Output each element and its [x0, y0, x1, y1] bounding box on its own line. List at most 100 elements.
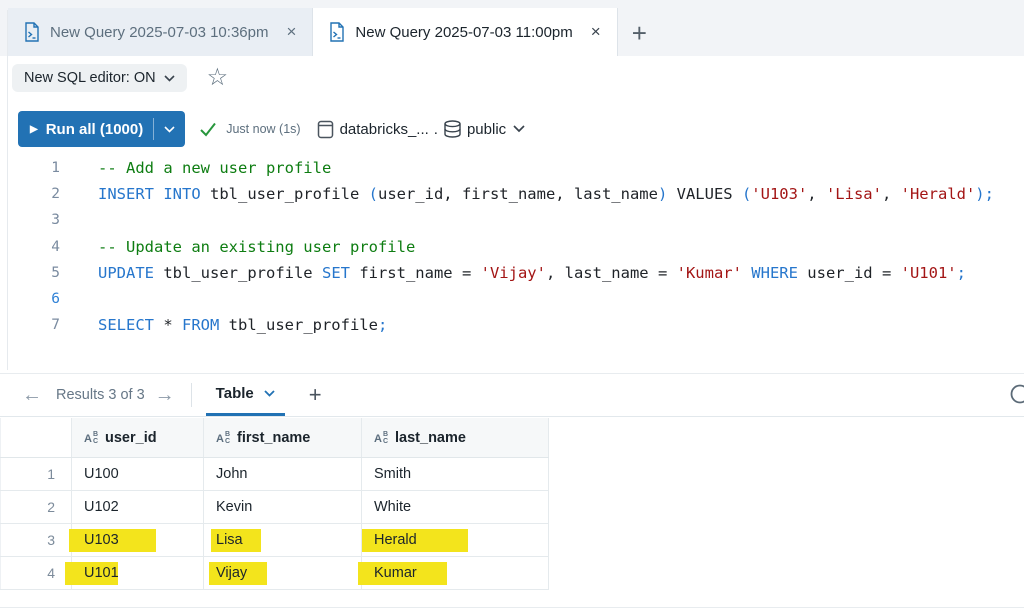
code-token: ,	[881, 185, 901, 204]
cell-value: U102	[84, 499, 119, 515]
code-line[interactable]: 6	[0, 286, 1024, 312]
column-header-last_name[interactable]: A B C last_name	[362, 418, 549, 457]
tab-query-2[interactable]: New Query 2025-07-03 11:00pm ×	[313, 8, 618, 56]
code-token: tbl_user_profile	[154, 263, 322, 282]
table-tab-label: Table	[215, 385, 254, 402]
chevron-down-icon[interactable]	[513, 125, 525, 133]
catalog-icon	[317, 120, 333, 138]
table-cell: John	[204, 458, 362, 490]
table-cell: Vijay	[204, 557, 362, 589]
chevron-down-icon	[264, 390, 275, 397]
code-line-text: -- Update an existing user profile	[60, 238, 415, 256]
table-row[interactable]: 3 U103 Lisa Herald	[0, 524, 549, 557]
code-token: 'Herald'	[900, 185, 976, 204]
code-line-text: SELECT * FROM tbl_user_profile;	[60, 316, 387, 334]
run-all-label: Run all (1000)	[45, 120, 144, 138]
code-token: INSERT INTO	[98, 185, 201, 204]
table-cell: U103	[69, 524, 204, 556]
line-number: 3	[51, 212, 60, 229]
query-file-icon	[330, 22, 345, 42]
chevron-down-icon[interactable]	[164, 125, 175, 133]
code-token: -- Update an existing user profile	[98, 237, 416, 256]
new-tab-button[interactable]: +	[632, 20, 647, 46]
highlighted-cell-value: Kumar	[358, 562, 447, 585]
code-token: SET	[321, 263, 350, 282]
column-header-label: last_name	[395, 429, 466, 446]
line-number: 6	[51, 291, 60, 308]
highlighted-cell-value: U103	[69, 529, 156, 552]
results-bar-divider	[190, 383, 192, 407]
code-line[interactable]: 4 -- Update an existing user profile	[0, 234, 1024, 260]
code-token: SELECT	[98, 316, 154, 335]
code-line[interactable]: 5 UPDATE tbl_user_profile SET first_name …	[0, 260, 1024, 286]
string-type-icon: ABC	[374, 430, 389, 445]
cell-value: John	[216, 466, 248, 482]
results-table: A B C user_id A B C first_name A B C last_name 1 U10…	[0, 418, 549, 590]
catalog-selector[interactable]: databricks_...	[340, 121, 429, 138]
code-token: WHERE	[751, 263, 798, 282]
code-line[interactable]: 2 INSERT INTO tbl_user_profile (user_id, …	[0, 181, 1024, 207]
row-number: 3	[0, 524, 72, 556]
last-run-status: Just now (1s)	[226, 122, 301, 136]
table-cell: White	[362, 491, 549, 523]
cell-value: White	[374, 499, 412, 515]
add-visualization-button[interactable]: +	[309, 382, 322, 408]
code-token: user_id =	[797, 263, 901, 282]
code-line[interactable]: 7 SELECT * FROM tbl_user_profile;	[0, 312, 1024, 338]
schema-selector[interactable]: public	[467, 121, 506, 138]
code-line[interactable]: 3	[0, 207, 1024, 233]
run-all-button[interactable]: ▶ Run all (1000)	[18, 111, 186, 147]
code-token: (	[741, 185, 752, 204]
column-header-label: first_name	[237, 429, 311, 446]
code-editor[interactable]: 1 -- Add a new user profile 2 INSERT INTO t…	[0, 155, 1024, 373]
results-count-label: Results 3 of 3	[56, 387, 145, 403]
column-header-user_id[interactable]: A B C user_id	[72, 418, 204, 457]
code-token: user_id, first_name, last_name	[377, 185, 658, 204]
cell-value: U100	[84, 466, 119, 482]
sql-editor-screen: New Query 2025-07-03 10:36pm × New Query…	[0, 0, 1024, 614]
table-row[interactable]: 1 U100 John Smith	[0, 458, 549, 491]
table-view-tab[interactable]: Table	[205, 374, 285, 416]
table-row[interactable]: 2 U102 Kevin White	[0, 491, 549, 524]
line-number: 7	[51, 317, 60, 334]
line-number: 1	[51, 160, 60, 177]
button-divider	[153, 118, 155, 140]
tab-label: New Query 2025-07-03 11:00pm	[355, 23, 573, 41]
code-token: -- Add a new user profile	[98, 159, 332, 178]
code-token: ,	[807, 185, 826, 204]
table-cell: U101	[65, 557, 204, 589]
cell-value: Kevin	[216, 499, 253, 515]
close-icon[interactable]: ×	[286, 22, 296, 42]
code-token: first_name =	[349, 263, 481, 282]
code-token: 'U101'	[900, 263, 957, 282]
previous-result-button[interactable]: ←	[22, 384, 42, 407]
table-cell: Lisa	[204, 524, 362, 556]
code-line[interactable]: 1 -- Add a new user profile	[0, 155, 1024, 181]
code-token: tbl_user_profile	[219, 316, 378, 335]
query-file-icon	[25, 22, 39, 42]
table-cell: Smith	[362, 458, 549, 490]
table-cell: Kumar	[358, 557, 549, 589]
close-icon[interactable]: ×	[591, 22, 601, 42]
row-number-header	[0, 418, 72, 457]
code-token: , last_name =	[545, 263, 677, 282]
code-token: ;	[956, 263, 966, 282]
table-row[interactable]: 4 U101 Vijay Kumar	[0, 557, 549, 590]
code-token: );	[975, 185, 994, 204]
run-toolbar: ▶ Run all (1000) Just now (1s) databrick…	[18, 110, 1024, 148]
search-icon[interactable]	[1006, 382, 1024, 410]
code-line-text: -- Add a new user profile	[60, 159, 331, 177]
next-result-button[interactable]: →	[155, 384, 175, 407]
catalog-schema-separator: .	[433, 120, 438, 138]
code-token: ;	[377, 316, 388, 335]
column-header-first_name[interactable]: A B C first_name	[204, 418, 362, 457]
line-number: 5	[51, 264, 60, 281]
new-sql-editor-toggle[interactable]: New SQL editor: ON	[12, 64, 187, 92]
string-type-icon: ABC	[84, 430, 99, 445]
tab-query-1[interactable]: New Query 2025-07-03 10:36pm ×	[8, 8, 314, 56]
table-cell: Kevin	[204, 491, 362, 523]
code-line-text: UPDATE tbl_user_profile SET first_name =…	[60, 264, 966, 282]
code-token: 'U103'	[751, 185, 808, 204]
favorite-star-icon[interactable]: ☆	[207, 66, 229, 90]
